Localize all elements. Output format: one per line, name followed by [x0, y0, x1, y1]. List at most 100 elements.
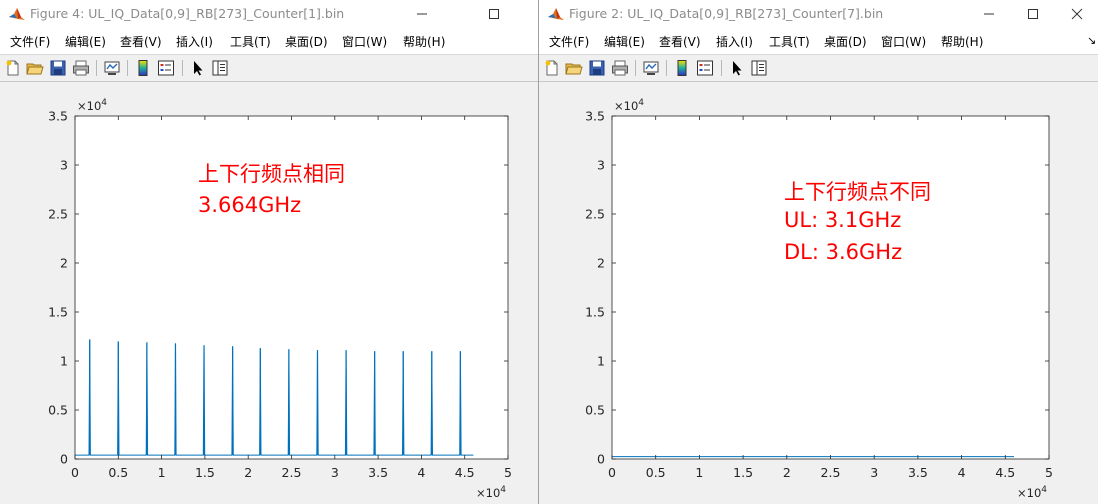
x-tick-label: 3.5 [368, 465, 388, 480]
colorbar-icon[interactable] [134, 59, 152, 77]
menu-desktop[interactable]: 桌面(D) [824, 33, 867, 50]
y-tick-label: 3.5 [48, 109, 68, 124]
menu-file[interactable]: 文件(F) [549, 33, 589, 50]
y-tick-label: 1.5 [48, 305, 68, 320]
title-bar[interactable]: Figure 4: UL_IQ_Data[0,9]_RB[273]_Counte… [0, 0, 538, 28]
x-tick-label: 3 [870, 465, 878, 480]
menu-file[interactable]: 文件(F) [10, 33, 50, 50]
y-tick-label: 0 [60, 452, 68, 467]
open-file-icon[interactable] [565, 59, 583, 77]
minimize-icon [417, 13, 427, 15]
link-plot-icon[interactable] [642, 59, 660, 77]
maximize-button[interactable] [472, 0, 516, 28]
save-icon[interactable] [588, 59, 606, 77]
y-tick-label: 2.5 [48, 207, 68, 222]
menu-tools[interactable]: 工具(T) [769, 33, 810, 50]
x-tick-label: 1.5 [733, 465, 753, 480]
close-icon [1071, 8, 1083, 20]
toolbar-separator [666, 60, 667, 76]
print-icon[interactable] [72, 59, 90, 77]
x-axis-exponent-power: 4 [1041, 485, 1047, 495]
x-tick-label: 1 [158, 465, 166, 480]
x-axis-exponent-label: ×104 [1017, 485, 1047, 500]
y-tick-label: 2 [597, 256, 605, 271]
menu-view[interactable]: 查看(V) [120, 33, 162, 50]
annotation-text: 3.664GHz [198, 193, 302, 217]
y-tick-label: 0 [597, 452, 605, 467]
x-tick-label: 3 [331, 465, 339, 480]
link-plot-icon[interactable] [103, 59, 121, 77]
title-bar[interactable]: Figure 2: UL_IQ_Data[0,9]_RB[273]_Counte… [539, 0, 1098, 28]
menu-bar: 文件(F) 编辑(E) 查看(V) 插入(I) 工具(T) 桌面(D) 窗口(W… [0, 28, 538, 55]
x-tick-label: 1.5 [195, 465, 215, 480]
x-tick-label: 3.5 [908, 465, 928, 480]
maximize-button[interactable] [1011, 0, 1055, 28]
y-tick-label: 3 [60, 158, 68, 173]
x-tick-label: 4 [958, 465, 966, 480]
toolbar-separator [127, 60, 128, 76]
menu-bar: 文件(F) 编辑(E) 查看(V) 插入(I) 工具(T) 桌面(D) 窗口(W… [539, 28, 1098, 55]
plot-axes[interactable]: 0 0.5 1 1.5 2 2.5 3 3.5 4 4.5 5 0 0.5 1 1.5 2 2.5 3 3.5 ×10… [539, 82, 1098, 504]
menu-help[interactable]: 帮助(H) [403, 33, 445, 50]
y-tick-label: 3.5 [585, 109, 605, 124]
x-tick-label: 2 [783, 465, 791, 480]
edit-plot-arrow-icon[interactable] [728, 59, 746, 77]
menu-edit[interactable]: 编辑(E) [65, 33, 106, 50]
legend-icon[interactable] [696, 59, 714, 77]
menu-window[interactable]: 窗口(W) [881, 33, 926, 50]
x-tick-label: 0 [71, 465, 79, 480]
y-axis-exponent-power: 4 [638, 98, 644, 108]
menu-tools[interactable]: 工具(T) [230, 33, 271, 50]
y-tick-label: 3 [597, 158, 605, 173]
menu-help[interactable]: 帮助(H) [941, 33, 983, 50]
annotation-text: 上下行频点相同 [198, 162, 345, 186]
x-tick-label: 5 [1045, 465, 1053, 480]
close-button[interactable] [1055, 0, 1098, 28]
menu-insert[interactable]: 插入(I) [176, 33, 213, 50]
minimize-button[interactable] [400, 0, 444, 28]
menu-insert[interactable]: 插入(I) [716, 33, 753, 50]
menu-desktop[interactable]: 桌面(D) [285, 33, 328, 50]
y-tick-label: 1.5 [585, 305, 605, 320]
x-tick-label: 2 [244, 465, 252, 480]
figure-toolbar [0, 55, 538, 82]
menu-window[interactable]: 窗口(W) [342, 33, 387, 50]
annotation-text: UL: 3.1GHz [784, 208, 902, 232]
x-axis-exponent-power: 4 [500, 485, 506, 495]
open-file-icon[interactable] [26, 59, 44, 77]
toolbar-separator [635, 60, 636, 76]
x-tick-label: 0.5 [646, 465, 666, 480]
figure-window-4: Figure 4: UL_IQ_Data[0,9]_RB[273]_Counte… [0, 0, 538, 504]
x-tick-label: 0.5 [108, 465, 128, 480]
property-inspector-icon[interactable] [750, 59, 768, 77]
window-title: Figure 4: UL_IQ_Data[0,9]_RB[273]_Counte… [30, 6, 345, 21]
x-tick-label: 5 [504, 465, 512, 480]
menu-view[interactable]: 查看(V) [659, 33, 701, 50]
edit-plot-arrow-icon[interactable] [189, 59, 207, 77]
menu-edit[interactable]: 编辑(E) [604, 33, 645, 50]
legend-icon[interactable] [157, 59, 175, 77]
y-axis-exponent-label: ×104 [614, 98, 644, 113]
menu-overflow-arrow-icon[interactable]: ↘ [1087, 34, 1096, 47]
annotation-text: DL: 3.6GHz [784, 240, 903, 264]
property-inspector-icon[interactable] [211, 59, 229, 77]
plot-axes[interactable]: 0 0.5 1 1.5 2 2.5 3 3.5 4 4.5 5 0 0.5 1 1.5 2 2.5 3 3.5 ×10… [0, 82, 538, 504]
colorbar-icon[interactable] [673, 59, 691, 77]
minimize-icon [984, 13, 994, 15]
save-icon[interactable] [49, 59, 67, 77]
new-figure-icon[interactable] [543, 59, 561, 77]
x-tick-label: 2.5 [282, 465, 302, 480]
new-figure-icon[interactable] [4, 59, 22, 77]
figure-window-2: Figure 2: UL_IQ_Data[0,9]_RB[273]_Counte… [538, 0, 1098, 504]
figure-canvas: 0 0.5 1 1.5 2 2.5 3 3.5 4 4.5 5 0 0.5 1 1.5 2 2.5 3 3.5 ×10… [539, 82, 1098, 504]
maximize-icon [1028, 9, 1038, 19]
minimize-button[interactable] [967, 0, 1011, 28]
toolbar-separator [721, 60, 722, 76]
x-tick-label: 1 [695, 465, 703, 480]
window-title: Figure 2: UL_IQ_Data[0,9]_RB[273]_Counte… [569, 6, 884, 21]
print-icon[interactable] [611, 59, 629, 77]
y-tick-label: 2.5 [585, 207, 605, 222]
x-tick-label: 4.5 [995, 465, 1015, 480]
matlab-logo-icon [547, 5, 565, 23]
y-tick-label: 0.5 [585, 403, 605, 418]
